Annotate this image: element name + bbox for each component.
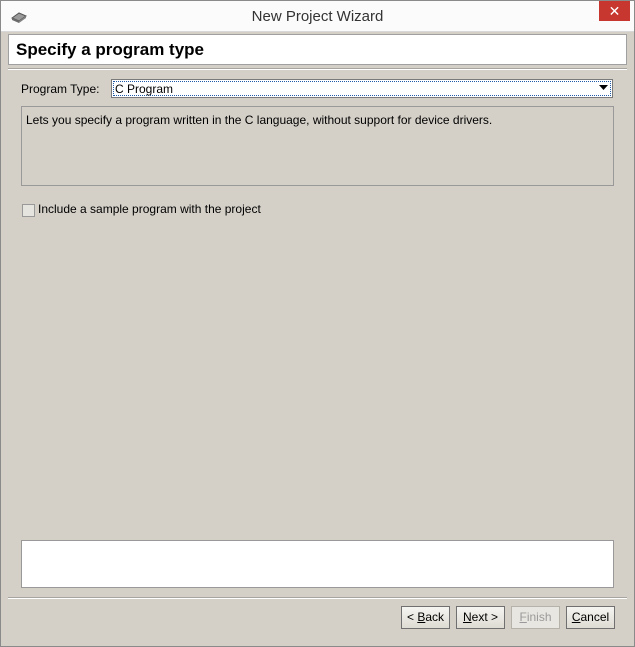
page-title: Specify a program type [16, 40, 205, 59]
next-rest: ext > [471, 610, 499, 624]
next-accel: N [462, 610, 472, 624]
include-sample-checkbox[interactable] [22, 204, 35, 217]
program-type-description-box: Lets you specify a program written in th… [21, 106, 614, 186]
window-title: New Project Wizard [251, 8, 384, 25]
select-focus-ring [113, 81, 611, 96]
finish-accel: F [519, 610, 527, 624]
header-divider [8, 68, 627, 70]
next-button[interactable]: Next > [456, 606, 505, 629]
program-type-label: Program Type: [21, 82, 100, 96]
program-type-value: C Program [115, 82, 174, 96]
cancel-button[interactable]: Cancel [566, 606, 615, 629]
include-sample-label[interactable]: Include a sample program with the projec… [38, 202, 261, 216]
dropdown-arrow-icon[interactable] [599, 83, 608, 92]
back-rest: ack [425, 610, 445, 624]
footer-divider [8, 597, 627, 599]
program-type-description: Lets you specify a program written in th… [26, 113, 493, 127]
finish-rest: inish [526, 610, 552, 624]
message-area [21, 540, 614, 588]
program-type-select[interactable]: C Program [111, 79, 613, 98]
back-button[interactable]: < Back [401, 606, 450, 629]
title-bar[interactable]: New Project Wizard ✕ [1, 1, 634, 32]
back-prefix: < [406, 610, 418, 624]
wizard-window: New Project Wizard ✕ Specify a program t… [0, 0, 635, 647]
cancel-rest: ancel [580, 610, 610, 624]
header-banner: Specify a program type [8, 34, 627, 65]
finish-button[interactable]: Finish [511, 606, 560, 629]
close-button[interactable]: ✕ [599, 1, 630, 21]
